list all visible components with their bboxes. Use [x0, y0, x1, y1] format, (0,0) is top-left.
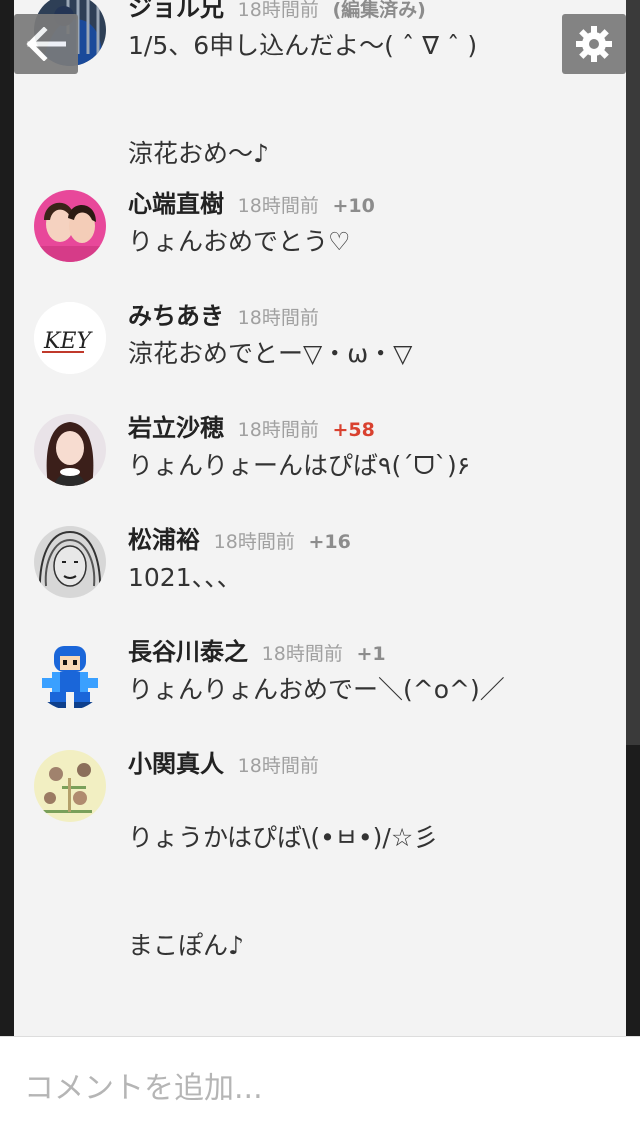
avatar-key-text: KEY — [43, 329, 93, 354]
avatar[interactable] — [34, 190, 106, 262]
vote-count: +58 — [332, 419, 375, 441]
comment-author[interactable]: ジョル兄 — [128, 0, 224, 22]
add-comment-input[interactable] — [22, 1067, 616, 1109]
comment-time: 18時間前 — [237, 195, 319, 217]
comment-text: 涼花おめでとー▽・ω・▽ — [128, 339, 413, 368]
right-edge-top — [626, 0, 640, 745]
comment-time: 18時間前 — [237, 755, 319, 777]
gear-icon — [576, 26, 612, 62]
comments-panel: ジョル兄 18時間前 (編集済み) 1/5、6申し込んだよ〜( ˆ ∇ ˆ ) … — [14, 0, 626, 1036]
left-edge — [0, 0, 14, 1036]
comment-composer — [0, 1036, 640, 1137]
comment-time: 18時間前 — [237, 307, 319, 329]
comment-time: 18時間前 — [261, 643, 343, 665]
avatar[interactable]: KEY — [34, 302, 106, 374]
comment-time: 18時間前 — [213, 531, 295, 553]
avatar[interactable] — [34, 414, 106, 486]
avatar[interactable] — [34, 638, 106, 710]
comment-author[interactable]: 小関真人 — [128, 750, 224, 778]
avatar[interactable] — [34, 526, 106, 598]
comment-author[interactable]: 長谷川泰之 — [128, 638, 248, 666]
vote-count: +16 — [308, 531, 351, 553]
comment-author[interactable]: みちあき — [128, 302, 224, 330]
comment-time: 18時間前 — [237, 0, 319, 21]
comment-time: 18時間前 — [237, 419, 319, 441]
comment-text: りょうかはぴば\(•ㅂ•)/☆彡 まこぽん♪ — [128, 823, 439, 960]
settings-button[interactable] — [562, 14, 626, 74]
comment-author[interactable]: 岩立沙穂 — [128, 414, 224, 442]
comment-text: 1/5、6申し込んだよ〜( ˆ ∇ ˆ ) 涼花おめ〜♪ — [128, 31, 478, 168]
comment-text: りょんりょーんはぴば٩(ˊᗜˋ)۶ — [128, 451, 471, 480]
comment-text: 1021、、、 — [128, 563, 242, 592]
comment-text: りょんりょんおめでー＼(^o^)／ — [128, 675, 505, 704]
arrow-left-icon — [26, 27, 66, 61]
comment-text: りょんおめでとう♡ — [128, 227, 351, 256]
comment-author[interactable]: 心端直樹 — [128, 190, 224, 218]
comment-author[interactable]: 松浦裕 — [128, 526, 200, 554]
vote-count: +10 — [332, 195, 375, 217]
edited-label: (編集済み) — [332, 0, 426, 21]
vote-count: +1 — [356, 643, 386, 665]
avatar[interactable] — [34, 750, 106, 822]
back-button[interactable] — [14, 14, 78, 74]
